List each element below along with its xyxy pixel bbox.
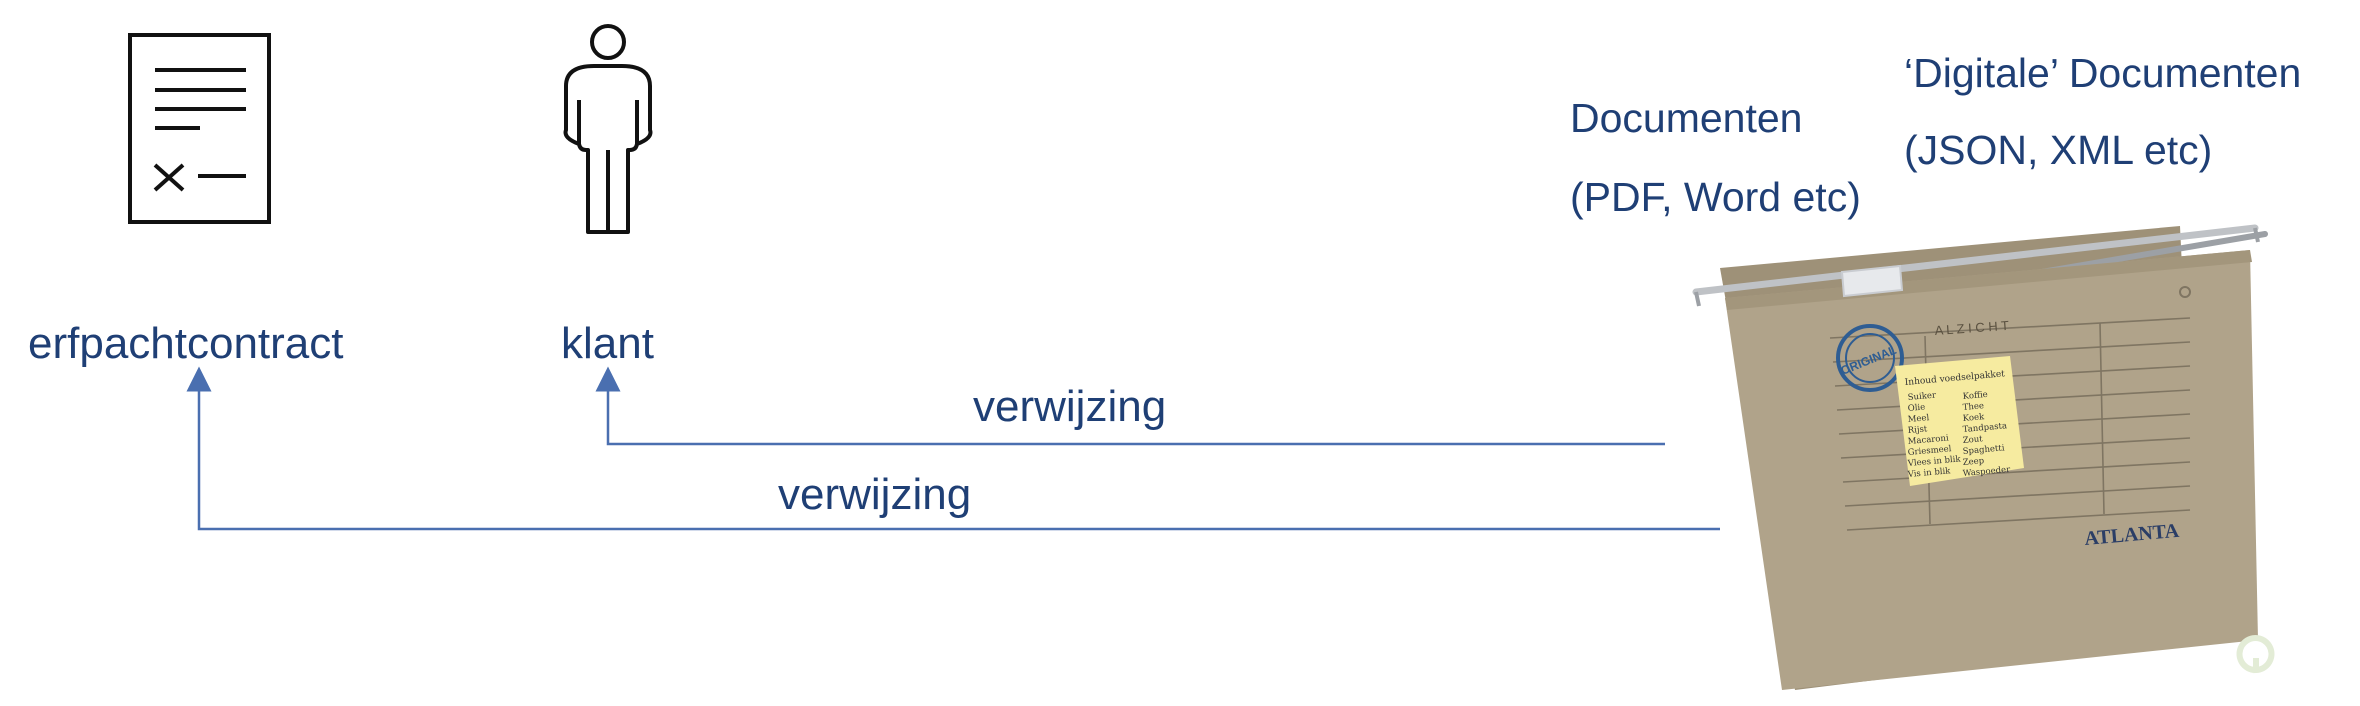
edge-label-client: verwijzing [973,382,1167,431]
digital-documents-formats: (JSON, XML etc) [1904,127,2213,173]
note-item: Meel [1907,413,1930,425]
note-item: Rijst [1907,424,1928,436]
documents-title: Documenten [1570,95,1803,141]
note-item: Koek [1962,412,1985,424]
note-item: Olie [1907,403,1925,414]
documents-formats: (PDF, Word etc) [1570,174,1861,220]
note-item: Zeep [1962,456,1985,468]
note-item: Zout [1962,434,1983,446]
client-label: klant [561,319,654,368]
person-icon [563,24,653,234]
edge-label-contract: verwijzing [778,470,972,519]
digital-documents-title: ‘Digitale’ Documenten [1904,50,2302,96]
note-item: Thee [1962,401,1984,413]
contract-label: erfpachtcontract [28,319,344,368]
document-icon [128,33,271,224]
diagram-canvas: A L Z I C H T ORIGINAL ATLANTA Inhoud vo… [128,24,2275,690]
